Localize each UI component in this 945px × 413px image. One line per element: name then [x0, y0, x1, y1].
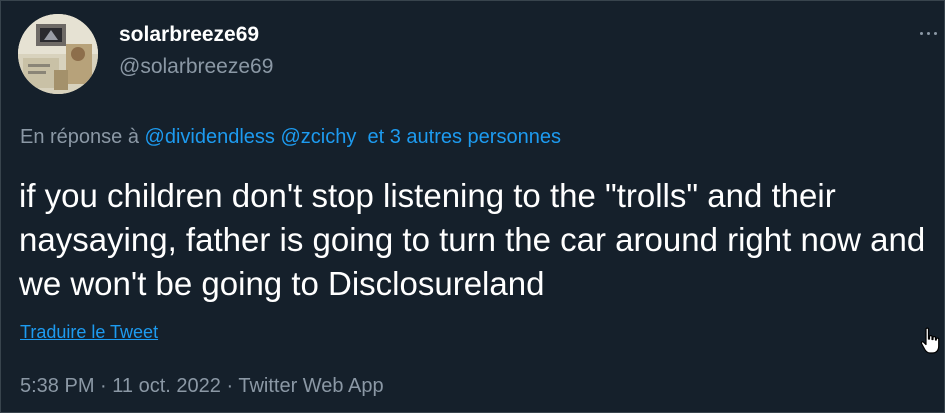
hand-pointer-cursor-icon	[920, 327, 940, 354]
display-name[interactable]: solarbreeze69	[119, 23, 259, 47]
translate-tweet-link[interactable]: Traduire le Tweet	[20, 322, 158, 343]
tweet-date[interactable]: 11 oct. 2022	[112, 375, 221, 397]
mention-dividendless[interactable]: @dividendless	[145, 126, 275, 148]
avatar[interactable]	[18, 14, 98, 94]
reply-context: En réponse à @dividendless @zcichy et 3 …	[20, 126, 561, 149]
tweet-metadata: 5:38 PM · 11 oct. 2022 · Twitter Web App	[20, 375, 384, 398]
more-options-button[interactable]	[915, 23, 941, 43]
meta-separator: ·	[100, 375, 107, 397]
mention-zcichy[interactable]: @zcichy	[280, 126, 356, 148]
tweet-card: solarbreeze69 @solarbreeze69 En réponse …	[0, 0, 945, 413]
reply-others-link[interactable]: et 3 autres personnes	[367, 126, 560, 148]
avatar-image	[18, 14, 98, 94]
tweet-source[interactable]: Twitter Web App	[238, 375, 383, 397]
tweet-time[interactable]: 5:38 PM	[20, 375, 94, 397]
more-horizontal-icon	[919, 31, 923, 35]
tweet-text: if you children don't stop listening to …	[19, 177, 926, 302]
user-handle[interactable]: @solarbreeze69	[119, 55, 273, 79]
meta-separator: ·	[226, 375, 234, 397]
reply-prefix: En réponse à	[20, 126, 139, 148]
